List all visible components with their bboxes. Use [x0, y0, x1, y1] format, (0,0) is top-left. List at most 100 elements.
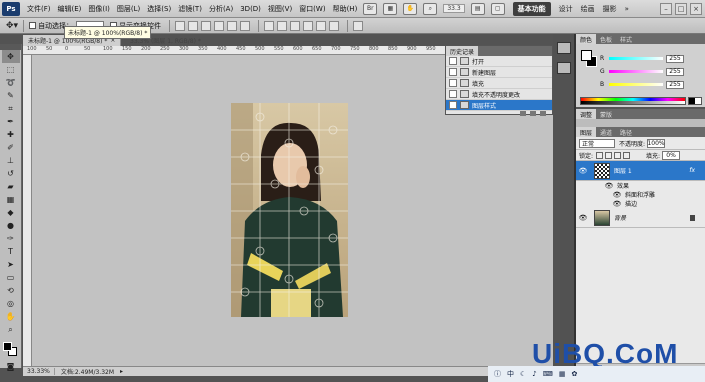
- menu-help[interactable]: 帮助(H): [333, 4, 358, 14]
- color-spectrum-bar[interactable]: [580, 97, 686, 105]
- align-right-icon[interactable]: [240, 20, 251, 31]
- hand-view-icon[interactable]: ✋: [403, 2, 418, 15]
- tab-adjustments[interactable]: 调整: [576, 109, 597, 119]
- tray-icon[interactable]: ♪: [532, 370, 536, 378]
- align-left-icon[interactable]: [214, 20, 225, 31]
- tray-icon[interactable]: ⓘ: [494, 369, 501, 379]
- distribute-center-icon[interactable]: [316, 20, 327, 31]
- align-middle-icon[interactable]: [188, 20, 199, 31]
- new-snapshot-icon[interactable]: [530, 111, 536, 116]
- menu-file[interactable]: 文件(F): [27, 4, 51, 14]
- 3d-orbit-tool-icon[interactable]: ◎: [2, 297, 20, 310]
- bridge-icon[interactable]: Br: [363, 2, 378, 15]
- healing-brush-tool-icon[interactable]: ✚: [2, 128, 20, 141]
- effects-header[interactable]: 👁 效果: [576, 181, 705, 191]
- eraser-tool-icon[interactable]: ▰: [2, 180, 20, 193]
- tab-paths[interactable]: 路径: [616, 127, 636, 137]
- new-document-icon[interactable]: [520, 111, 526, 116]
- 3d-rotate-tool-icon[interactable]: ⟲: [2, 284, 20, 297]
- workspace-painting[interactable]: 绘画: [581, 4, 595, 14]
- distribute-middle-icon[interactable]: [277, 20, 288, 31]
- tray-icon[interactable]: ✿: [571, 370, 577, 378]
- workspace-essentials[interactable]: 基本功能: [512, 1, 551, 16]
- channel-slider-r[interactable]: [609, 57, 663, 60]
- color-panel-foreground-swatch[interactable]: [581, 50, 592, 61]
- menu-window[interactable]: 窗口(W): [299, 4, 325, 14]
- workspace-design[interactable]: 设计: [559, 4, 573, 14]
- black-white-swatch[interactable]: [688, 97, 702, 105]
- dodge-tool-icon[interactable]: ●: [2, 219, 20, 232]
- history-panel-icon[interactable]: [556, 42, 571, 54]
- tab-history[interactable]: 历史记录: [446, 46, 479, 56]
- distribute-left-icon[interactable]: [303, 20, 314, 31]
- effect-stroke[interactable]: 👁 描边: [576, 199, 705, 209]
- channel-value-g[interactable]: 255: [666, 67, 684, 76]
- tab-color[interactable]: 颜色: [576, 34, 597, 44]
- zoom-level[interactable]: 33.3: [443, 4, 465, 13]
- align-top-icon[interactable]: [175, 20, 186, 31]
- layer-row-background[interactable]: 👁 背景: [576, 208, 705, 228]
- layer-row-1[interactable]: 👁 图层 1 fx: [576, 161, 705, 181]
- move-tool-icon[interactable]: ✥▾: [6, 21, 18, 31]
- actions-panel-icon[interactable]: [556, 62, 571, 74]
- history-brush-source-icon[interactable]: [449, 101, 457, 109]
- effect-bevel-emboss[interactable]: 👁 斜面和浮雕: [576, 190, 705, 200]
- crop-tool-icon[interactable]: ⌗: [2, 102, 20, 115]
- fx-icon[interactable]: fx: [689, 167, 695, 174]
- tab-masks[interactable]: 蒙版: [596, 109, 616, 119]
- fill-input[interactable]: 0%: [662, 150, 681, 160]
- blend-mode-select[interactable]: 正常: [579, 138, 615, 148]
- auto-align-icon[interactable]: [353, 20, 364, 31]
- channel-value-b[interactable]: 255: [666, 80, 684, 89]
- status-zoom[interactable]: 33.33%: [23, 368, 55, 375]
- menu-image[interactable]: 图像(I): [88, 4, 110, 14]
- tray-icon[interactable]: ☾: [520, 370, 526, 378]
- history-item[interactable]: 图层样式: [446, 100, 552, 111]
- lock-transparency-icon[interactable]: [596, 151, 604, 159]
- quick-select-tool-icon[interactable]: ✎: [2, 89, 20, 102]
- history-item[interactable]: 新建图层: [446, 67, 552, 78]
- effect-eye-icon[interactable]: 👁: [612, 191, 622, 199]
- zoom-view-icon[interactable]: ⌕: [423, 2, 438, 15]
- color-swatches[interactable]: [2, 340, 20, 360]
- tray-icon[interactable]: ⌨: [543, 370, 553, 378]
- close-button[interactable]: ×: [690, 2, 702, 15]
- visibility-eye-icon[interactable]: 👁: [578, 214, 588, 222]
- status-arrow-icon[interactable]: ▸: [120, 368, 123, 375]
- path-select-tool-icon[interactable]: ➤: [2, 258, 20, 271]
- history-item[interactable]: 填充: [446, 78, 552, 89]
- history-brush-source-icon[interactable]: [449, 90, 457, 98]
- channel-value-r[interactable]: 255: [666, 54, 684, 63]
- menu-filter[interactable]: 滤镜(T): [178, 4, 202, 14]
- tab-layers[interactable]: 图层: [576, 127, 597, 137]
- status-doc-size[interactable]: 文档:2.49M/3.32M: [55, 367, 120, 376]
- visibility-eye-icon[interactable]: 👁: [578, 167, 588, 175]
- menu-edit[interactable]: 编辑(E): [58, 4, 82, 14]
- marquee-tool-icon[interactable]: ⬚: [2, 63, 20, 76]
- distribute-bottom-icon[interactable]: [290, 20, 301, 31]
- foreground-color-swatch[interactable]: [2, 342, 12, 351]
- minimize-button[interactable]: –: [660, 2, 672, 15]
- type-tool-icon[interactable]: T: [2, 245, 20, 258]
- menu-analysis[interactable]: 分析(A): [209, 4, 233, 14]
- eyedropper-tool-icon[interactable]: ✒: [2, 115, 20, 128]
- history-item[interactable]: 打开: [446, 56, 552, 67]
- distribute-right-icon[interactable]: [329, 20, 340, 31]
- opacity-input[interactable]: 100%: [647, 138, 666, 148]
- history-brush-source-icon[interactable]: [449, 68, 457, 76]
- history-item[interactable]: 填充不透明度更改: [446, 89, 552, 100]
- effect-eye-icon[interactable]: 👁: [612, 200, 622, 208]
- history-brush-source-icon[interactable]: [449, 57, 457, 65]
- lock-position-icon[interactable]: [614, 151, 622, 159]
- history-brush-tool-icon[interactable]: ↺: [2, 167, 20, 180]
- gradient-tool-icon[interactable]: ▦: [2, 193, 20, 206]
- tab-styles[interactable]: 样式: [616, 34, 636, 44]
- layer-name[interactable]: 图层 1: [614, 166, 632, 175]
- quick-mask-icon[interactable]: ◙: [2, 360, 20, 373]
- workspace-photography[interactable]: 摄影: [603, 4, 617, 14]
- arrange-icon[interactable]: ▤: [470, 2, 485, 15]
- channel-slider-g[interactable]: [609, 70, 663, 73]
- canvas-photo[interactable]: [231, 103, 348, 317]
- clone-stamp-tool-icon[interactable]: ⊥: [2, 154, 20, 167]
- shape-tool-icon[interactable]: ▭: [2, 271, 20, 284]
